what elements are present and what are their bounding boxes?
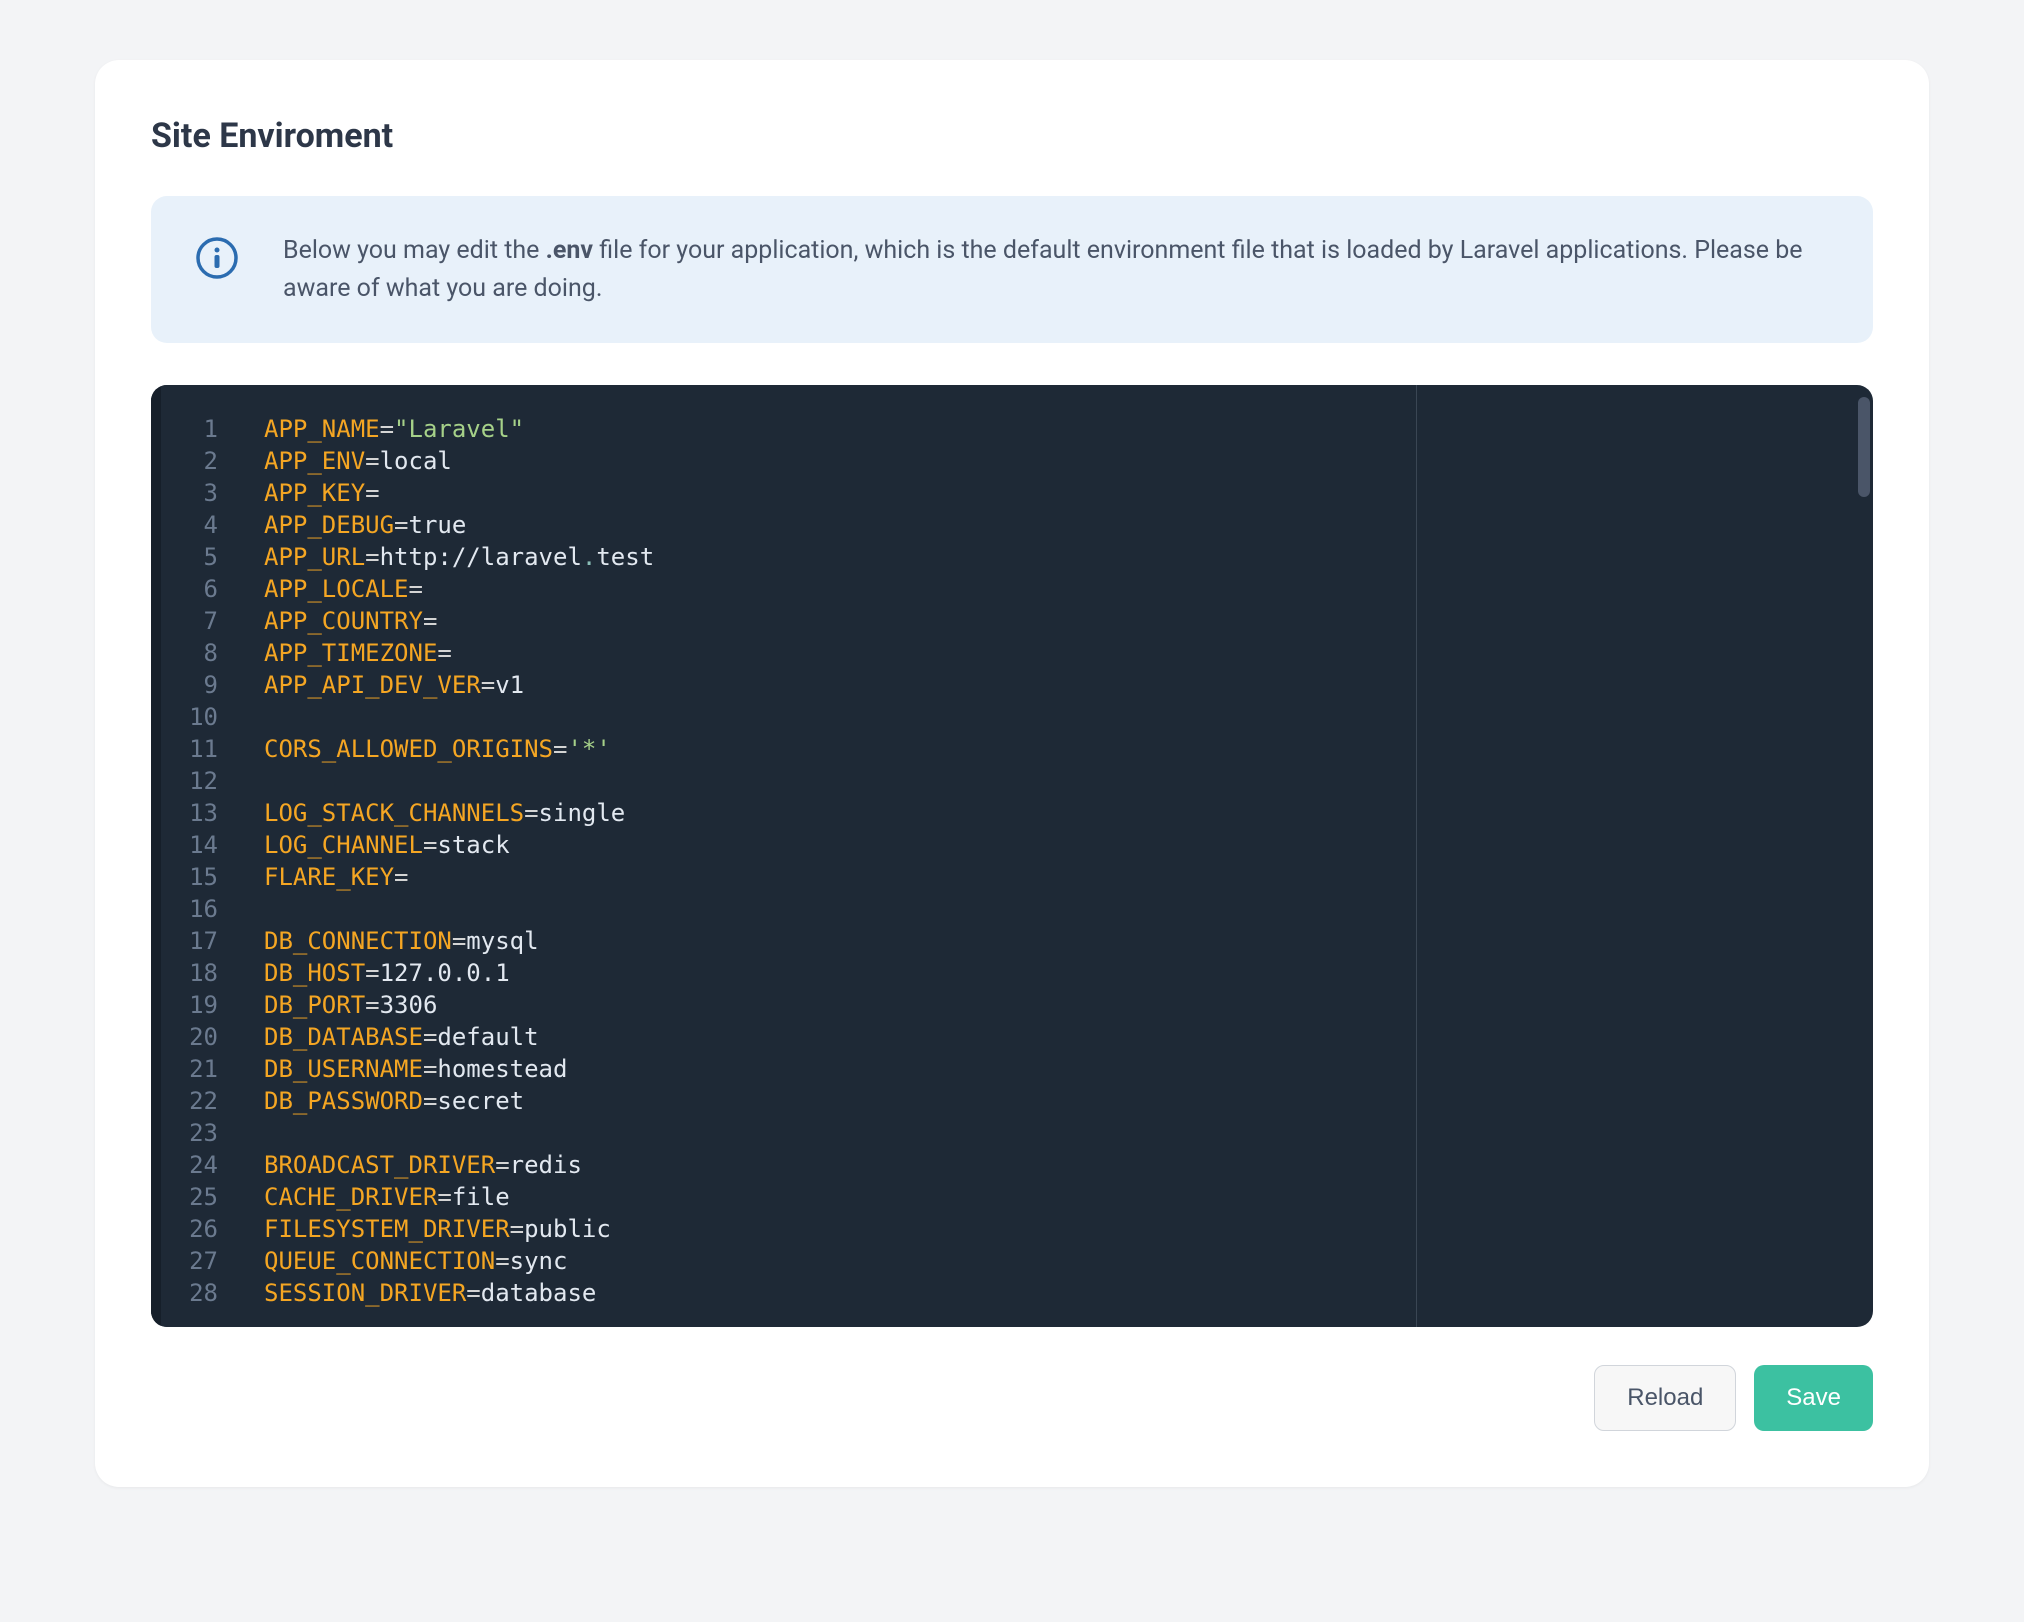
- line-number: 27: [151, 1245, 218, 1277]
- code-line[interactable]: CORS_ALLOWED_ORIGINS='*': [264, 733, 1873, 765]
- code-content[interactable]: APP_NAME="Laravel"APP_ENV=localAPP_KEY=A…: [236, 385, 1873, 1327]
- code-line[interactable]: BROADCAST_DRIVER=redis: [264, 1149, 1873, 1181]
- line-number: 12: [151, 765, 218, 797]
- line-number: 14: [151, 829, 218, 861]
- info-text-bold: .env: [546, 236, 593, 265]
- line-number: 22: [151, 1085, 218, 1117]
- page-title: Site Enviroment: [151, 116, 1873, 156]
- code-line[interactable]: [264, 893, 1873, 925]
- reload-button[interactable]: Reload: [1594, 1365, 1736, 1431]
- scrollbar-thumb[interactable]: [1858, 397, 1870, 497]
- env-code-editor[interactable]: 1234567891011121314151617181920212223242…: [151, 385, 1873, 1327]
- code-line[interactable]: APP_ENV=local: [264, 445, 1873, 477]
- line-number: 11: [151, 733, 218, 765]
- code-line[interactable]: DB_USERNAME=homestead: [264, 1053, 1873, 1085]
- site-environment-card: Site Enviroment Below you may edit the .…: [95, 60, 1929, 1487]
- code-line[interactable]: LOG_STACK_CHANNELS=single: [264, 797, 1873, 829]
- line-number: 13: [151, 797, 218, 829]
- info-text: Below you may edit the .env file for you…: [283, 232, 1829, 307]
- line-number: 8: [151, 637, 218, 669]
- save-button[interactable]: Save: [1754, 1365, 1873, 1431]
- line-number: 6: [151, 573, 218, 605]
- line-number: 7: [151, 605, 218, 637]
- line-number: 15: [151, 861, 218, 893]
- code-line[interactable]: APP_DEBUG=true: [264, 509, 1873, 541]
- button-row: Reload Save: [151, 1365, 1873, 1431]
- line-number: 3: [151, 477, 218, 509]
- line-number: 16: [151, 893, 218, 925]
- line-number: 23: [151, 1117, 218, 1149]
- code-line[interactable]: QUEUE_CONNECTION=sync: [264, 1245, 1873, 1277]
- code-line[interactable]: [264, 765, 1873, 797]
- code-line[interactable]: APP_COUNTRY=: [264, 605, 1873, 637]
- line-number: 20: [151, 1021, 218, 1053]
- code-line[interactable]: SESSION_DRIVER=database: [264, 1277, 1873, 1309]
- code-line[interactable]: DB_PASSWORD=secret: [264, 1085, 1873, 1117]
- code-line[interactable]: APP_TIMEZONE=: [264, 637, 1873, 669]
- editor-divider: [1416, 385, 1417, 1327]
- line-number: 1: [151, 413, 218, 445]
- code-line[interactable]: FLARE_KEY=: [264, 861, 1873, 893]
- code-line[interactable]: DB_PORT=3306: [264, 989, 1873, 1021]
- code-line[interactable]: [264, 701, 1873, 733]
- line-number: 5: [151, 541, 218, 573]
- line-number: 25: [151, 1181, 218, 1213]
- code-line[interactable]: CACHE_DRIVER=file: [264, 1181, 1873, 1213]
- line-number: 17: [151, 925, 218, 957]
- code-line[interactable]: APP_URL=http://laravel.test: [264, 541, 1873, 573]
- line-number: 2: [151, 445, 218, 477]
- code-line[interactable]: APP_API_DEV_VER=v1: [264, 669, 1873, 701]
- code-line[interactable]: LOG_CHANNEL=stack: [264, 829, 1873, 861]
- code-line[interactable]: FILESYSTEM_DRIVER=public: [264, 1213, 1873, 1245]
- info-text-before: Below you may edit the: [283, 236, 546, 265]
- info-icon: [195, 236, 239, 280]
- line-number: 21: [151, 1053, 218, 1085]
- line-number: 9: [151, 669, 218, 701]
- code-line[interactable]: APP_KEY=: [264, 477, 1873, 509]
- line-number: 19: [151, 989, 218, 1021]
- code-line[interactable]: DB_DATABASE=default: [264, 1021, 1873, 1053]
- code-line[interactable]: DB_CONNECTION=mysql: [264, 925, 1873, 957]
- line-number: 4: [151, 509, 218, 541]
- code-line[interactable]: APP_NAME="Laravel": [264, 413, 1873, 445]
- line-number: 28: [151, 1277, 218, 1309]
- code-line[interactable]: [264, 1117, 1873, 1149]
- line-number: 18: [151, 957, 218, 989]
- line-number: 24: [151, 1149, 218, 1181]
- line-gutter: 1234567891011121314151617181920212223242…: [151, 385, 236, 1327]
- info-banner: Below you may edit the .env file for you…: [151, 196, 1873, 343]
- code-line[interactable]: DB_HOST=127.0.0.1: [264, 957, 1873, 989]
- line-number: 10: [151, 701, 218, 733]
- line-number: 26: [151, 1213, 218, 1245]
- code-line[interactable]: APP_LOCALE=: [264, 573, 1873, 605]
